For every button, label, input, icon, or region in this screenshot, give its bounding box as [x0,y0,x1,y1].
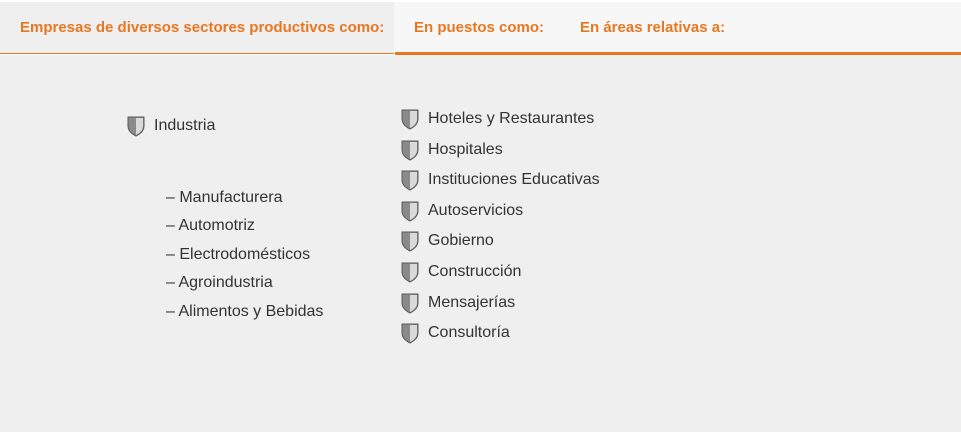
tab-panel: Industria – Manufacturera – Automotriz –… [0,55,961,432]
shield-icon [401,323,419,344]
shield-icon [127,116,145,137]
shield-icon [401,231,419,252]
tab-bar: Empresas de diversos sectores productivo… [0,2,961,54]
item-label: Hospitales [428,141,503,158]
item-label: Consultoría [428,324,510,341]
list-item-hospitales: Hospitales [400,139,503,161]
list-item-construccion: Construcción [400,261,521,283]
list-item-instituciones: Instituciones Educativas [400,169,600,191]
shield-icon [401,140,419,161]
list-item-sub: – Electrodomésticos [166,246,311,263]
list-item-sub: – Manufacturera [166,189,283,206]
list-item-mensajerias: Mensajerías [400,292,515,314]
item-label: Autoservicios [428,202,524,219]
shield-icon [401,201,419,222]
shield-icon [401,170,419,191]
item-label: Industria [154,117,216,134]
tab-puestos[interactable]: En puestos como: [414,2,544,54]
list-item-sub: – Alimentos y Bebidas [166,303,324,320]
list-item-autoservicios: Autoservicios [400,200,523,222]
tab-areas[interactable]: En áreas relativas a: [580,2,725,54]
list-item-sub: – Agroindustria [166,274,273,291]
list-item-industria: Industria [126,115,215,137]
tab-empresas[interactable]: Empresas de diversos sectores productivo… [0,2,394,54]
item-label: Mensajerías [428,294,516,311]
shield-icon [401,262,419,283]
item-label: Construcción [428,263,522,280]
item-label: Gobierno [428,232,494,249]
list-item-gobierno: Gobierno [400,230,494,252]
item-label: Hoteles y Restaurantes [428,110,595,127]
list-item-hoteles: Hoteles y Restaurantes [400,108,594,130]
list-item-sub: – Automotriz [166,217,255,234]
shield-icon [401,109,419,130]
list-item-consultoria: Consultoría [400,322,510,344]
item-label: Instituciones Educativas [428,171,600,188]
shield-icon [401,293,419,314]
